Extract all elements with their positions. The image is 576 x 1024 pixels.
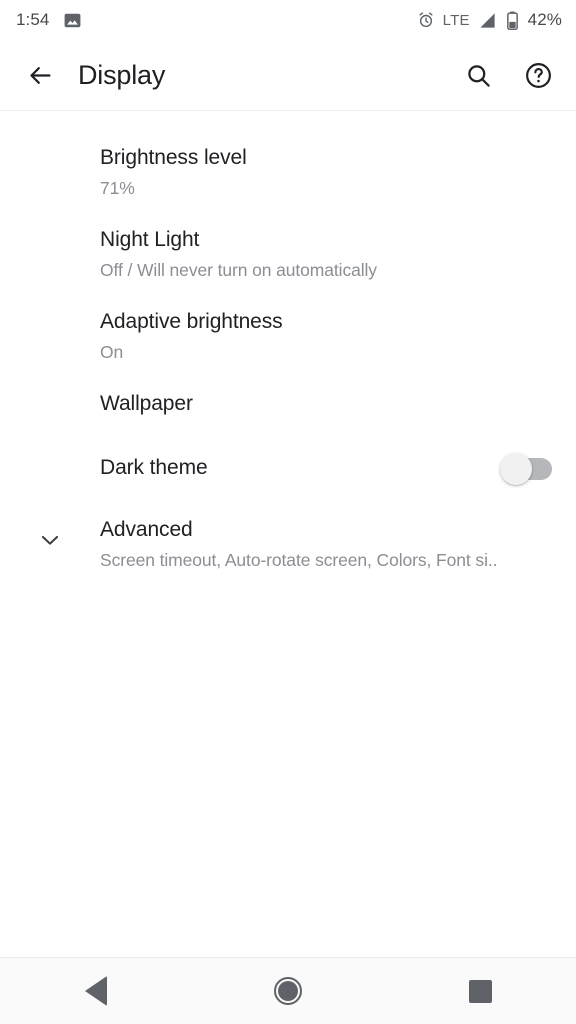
list-item-night-light[interactable]: Night Light Off / Will never turn on aut… bbox=[0, 207, 576, 289]
back-button[interactable] bbox=[12, 47, 68, 103]
list-item-subtitle: 71% bbox=[100, 178, 135, 198]
row-leading-gutter bbox=[0, 289, 100, 311]
row-text-block: Adaptive brightness On bbox=[100, 289, 552, 371]
recents-square-icon bbox=[468, 979, 492, 1003]
home-circle-icon bbox=[274, 977, 302, 1005]
list-item-subtitle: Off / Will never turn on automatically bbox=[100, 260, 377, 280]
toggle-thumb bbox=[500, 453, 532, 485]
battery-icon bbox=[505, 11, 520, 30]
status-bar: 1:54 LTE 42% bbox=[0, 0, 576, 40]
list-item-title: Brightness level bbox=[100, 146, 247, 169]
row-text-block: Night Light Off / Will never turn on aut… bbox=[100, 207, 552, 289]
dark-theme-toggle[interactable] bbox=[500, 453, 552, 485]
list-item-brightness-level[interactable]: Brightness level 71% bbox=[0, 127, 576, 207]
nav-home-button[interactable] bbox=[192, 958, 384, 1024]
app-bar-actions bbox=[454, 51, 562, 99]
row-text-block: Advanced Screen timeout, Auto-rotate scr… bbox=[100, 501, 552, 587]
row-leading-gutter bbox=[0, 501, 100, 553]
row-leading-gutter bbox=[0, 207, 100, 229]
nav-back-button[interactable] bbox=[0, 958, 192, 1024]
row-trailing-control bbox=[488, 453, 552, 485]
row-leading-gutter bbox=[0, 127, 100, 149]
search-button[interactable] bbox=[454, 51, 502, 99]
network-type-label: LTE bbox=[442, 11, 470, 29]
status-time: 1:54 bbox=[16, 10, 50, 29]
list-item-dark-theme[interactable]: Dark theme bbox=[0, 437, 576, 501]
system-navigation-bar bbox=[0, 957, 576, 1024]
list-item-title: Adaptive brightness bbox=[100, 310, 283, 333]
status-bar-right: LTE 42% bbox=[417, 10, 562, 30]
settings-list: Brightness level 71% Night Light Off / W… bbox=[0, 111, 576, 957]
list-item-advanced[interactable]: Advanced Screen timeout, Auto-rotate scr… bbox=[0, 501, 576, 587]
row-leading-gutter bbox=[0, 371, 100, 393]
signal-bars-icon bbox=[478, 11, 497, 30]
status-bar-left: 1:54 bbox=[16, 10, 82, 30]
list-item-title: Wallpaper bbox=[100, 392, 193, 415]
row-text-block: Wallpaper bbox=[100, 371, 552, 437]
help-button[interactable] bbox=[514, 51, 562, 99]
nav-recents-button[interactable] bbox=[384, 958, 576, 1024]
list-item-title: Night Light bbox=[100, 228, 200, 251]
display-settings-screen: 1:54 LTE 42% Display Brightness level 71… bbox=[0, 0, 576, 1024]
list-item-title: Dark theme bbox=[100, 456, 208, 479]
page-title: Display bbox=[78, 59, 166, 90]
list-item-subtitle: On bbox=[100, 342, 124, 362]
row-text-block: Dark theme bbox=[100, 437, 488, 499]
list-item-adaptive-brightness[interactable]: Adaptive brightness On bbox=[0, 289, 576, 371]
help-circle-icon bbox=[524, 61, 553, 90]
row-text-block: Brightness level 71% bbox=[100, 127, 552, 207]
back-triangle-icon bbox=[85, 976, 107, 1006]
arrow-back-icon bbox=[27, 62, 54, 89]
list-item-wallpaper[interactable]: Wallpaper bbox=[0, 371, 576, 437]
chevron-down-icon[interactable] bbox=[37, 527, 63, 553]
photo-icon bbox=[63, 11, 82, 30]
app-bar: Display bbox=[0, 40, 576, 111]
search-icon bbox=[465, 62, 492, 89]
list-item-subtitle: Screen timeout, Auto-rotate screen, Colo… bbox=[100, 550, 498, 570]
alarm-icon bbox=[417, 11, 435, 29]
row-leading-gutter bbox=[0, 437, 100, 459]
battery-percent-label: 42% bbox=[527, 10, 562, 29]
list-item-title: Advanced bbox=[100, 518, 193, 541]
